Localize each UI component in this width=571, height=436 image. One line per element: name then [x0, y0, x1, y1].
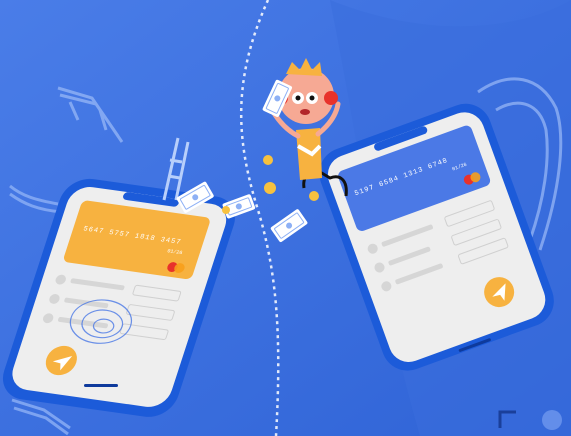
character-mouth [300, 109, 310, 115]
illustration-scene: 5647 5757 1818 3457 01/26 5197 6584 1313… [0, 0, 571, 436]
ball-decor [542, 410, 562, 430]
left-phone-home-bar [84, 384, 118, 387]
headphone-right-icon [324, 91, 338, 105]
